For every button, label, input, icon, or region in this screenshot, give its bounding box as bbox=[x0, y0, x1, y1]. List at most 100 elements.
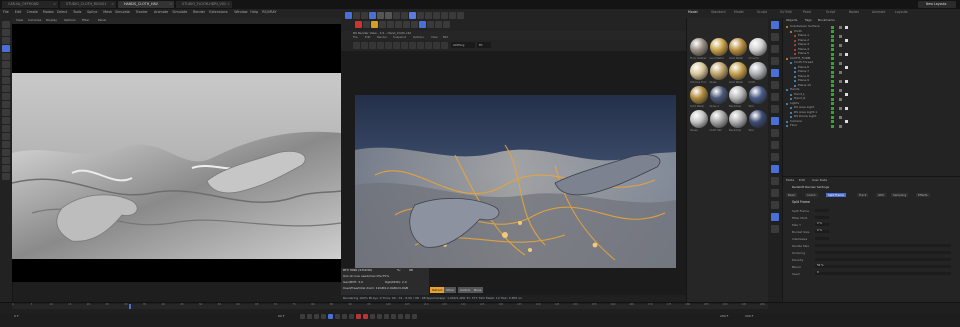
region-icon[interactable] bbox=[409, 42, 416, 49]
nodes-icon[interactable] bbox=[771, 225, 779, 233]
extrude-icon[interactable] bbox=[2, 165, 10, 172]
go-to-start-icon[interactable] bbox=[300, 314, 305, 319]
visibility-check-icon[interactable] bbox=[831, 120, 834, 124]
visibility-check-icon[interactable] bbox=[831, 79, 834, 83]
menu-extensions[interactable]: Extensions bbox=[209, 10, 227, 14]
camera-icon[interactable] bbox=[401, 12, 408, 19]
close-icon[interactable]: × bbox=[169, 1, 172, 8]
visibility-check-icon[interactable] bbox=[831, 106, 834, 110]
material-tag-icon[interactable] bbox=[845, 66, 848, 70]
zoom-dropdown[interactable]: Fit bbox=[477, 42, 491, 48]
attribute-tab-effects[interactable]: Effects bbox=[916, 193, 930, 197]
aov-icon[interactable] bbox=[403, 21, 410, 28]
model-mode-icon[interactable] bbox=[771, 21, 779, 29]
save-icon[interactable] bbox=[377, 42, 384, 49]
visibility-check-icon[interactable] bbox=[831, 48, 834, 52]
menu-create[interactable]: Create bbox=[27, 10, 38, 14]
lock-workplane-icon[interactable] bbox=[771, 105, 779, 113]
go-to-end-icon[interactable] bbox=[349, 314, 354, 319]
refresh-icon[interactable] bbox=[425, 42, 432, 49]
timeline-settings-icon[interactable] bbox=[412, 314, 417, 319]
tag-icon[interactable] bbox=[2, 133, 10, 140]
visibility-check-icon[interactable] bbox=[831, 84, 834, 88]
solo-icon[interactable] bbox=[771, 141, 779, 149]
redshift-icon[interactable] bbox=[771, 213, 779, 221]
viewport-menu-view[interactable]: View bbox=[16, 19, 23, 22]
compare-icon[interactable] bbox=[393, 42, 400, 49]
material-swatch[interactable] bbox=[729, 38, 747, 56]
attribute-field[interactable] bbox=[815, 257, 951, 261]
visibility-check-icon[interactable] bbox=[831, 70, 834, 74]
close-icon[interactable]: × bbox=[111, 1, 114, 8]
object-menu-bookmarks[interactable]: Bookmarks bbox=[818, 19, 835, 22]
tab-0[interactable]: CAR-VA_OFFROAD × bbox=[2, 1, 58, 8]
tab-2[interactable]: HANDS_CLOTH_HAV × bbox=[118, 1, 174, 8]
layout-script[interactable]: Script bbox=[826, 10, 835, 14]
menu-render[interactable]: Render bbox=[193, 10, 205, 14]
menu-edit[interactable]: Edit bbox=[15, 10, 22, 14]
move-icon[interactable] bbox=[2, 45, 10, 52]
symmetry-icon[interactable] bbox=[771, 129, 779, 137]
brush-icon[interactable] bbox=[2, 149, 10, 156]
menu-spline[interactable]: Spline bbox=[87, 10, 97, 14]
visibility-check-icon[interactable] bbox=[831, 124, 834, 128]
spline-icon[interactable] bbox=[2, 77, 10, 84]
hair-icon[interactable] bbox=[417, 12, 424, 19]
attribute-field[interactable] bbox=[815, 215, 829, 219]
points-mode-icon[interactable] bbox=[771, 33, 779, 41]
menu-select[interactable]: Select bbox=[57, 10, 67, 14]
layout-standard[interactable]: Standard bbox=[711, 10, 726, 14]
end-frame-field-2[interactable]: 200 F bbox=[745, 315, 753, 318]
material-tag-icon[interactable] bbox=[845, 79, 848, 83]
menu-modes[interactable]: Modes bbox=[43, 10, 54, 14]
deformer-icon[interactable] bbox=[2, 93, 10, 100]
render-menu-snapshot[interactable]: Snapshot bbox=[393, 36, 406, 39]
cube-icon[interactable] bbox=[2, 69, 10, 76]
object-row[interactable]: Floor bbox=[783, 124, 960, 128]
visibility-check-icon[interactable] bbox=[831, 93, 834, 97]
light-icon[interactable] bbox=[409, 12, 416, 19]
layout-nodes[interactable]: Nodes bbox=[849, 10, 859, 14]
render-menu-render[interactable]: Render bbox=[377, 36, 387, 39]
visibility-check-icon[interactable] bbox=[831, 61, 834, 65]
object-menu-objects[interactable]: Objects bbox=[786, 19, 797, 22]
attribute-field[interactable] bbox=[815, 208, 829, 212]
play-icon[interactable] bbox=[328, 314, 333, 319]
material-swatch[interactable] bbox=[690, 86, 708, 104]
attribute-field[interactable]: 0 % bbox=[815, 222, 829, 226]
material-swatch[interactable] bbox=[690, 62, 708, 80]
bucket-icon[interactable] bbox=[417, 42, 424, 49]
menu-window[interactable]: Window bbox=[234, 10, 247, 14]
scene-icon[interactable] bbox=[393, 12, 400, 19]
attribute-tab-sampling[interactable]: Sampling bbox=[891, 193, 909, 197]
viewport-menu-display[interactable]: Display bbox=[46, 19, 57, 22]
ipr-icon[interactable] bbox=[379, 21, 386, 28]
timeline-ruler[interactable]: 0 5 10 15 20 25 30 35 40 45 50 55 60 65 70 75 80 85 90 95 10… bbox=[12, 303, 768, 309]
shading-icon[interactable] bbox=[419, 21, 426, 28]
edges-mode-icon[interactable] bbox=[771, 45, 779, 53]
visibility-check-icon[interactable] bbox=[831, 25, 834, 29]
viewport-perspective[interactable] bbox=[12, 18, 341, 282]
render-menu-file[interactable]: File bbox=[353, 36, 358, 39]
position-key-icon[interactable] bbox=[377, 314, 382, 319]
material-swatch[interactable] bbox=[709, 62, 728, 80]
grid-icon[interactable] bbox=[435, 21, 442, 28]
material-swatch[interactable] bbox=[748, 62, 767, 80]
scale-icon[interactable] bbox=[2, 53, 10, 60]
tag-icon[interactable] bbox=[839, 25, 842, 29]
redshift-icon[interactable] bbox=[371, 21, 378, 28]
camera-icon[interactable] bbox=[2, 109, 10, 116]
tab-3[interactable]: STUDIO_FLOOR-HDRI_V01 × bbox=[176, 1, 232, 8]
camera-icon[interactable] bbox=[771, 189, 779, 197]
visibility-check-icon[interactable] bbox=[831, 102, 834, 106]
volume-icon[interactable] bbox=[441, 12, 448, 19]
menu-rs-vray[interactable]: RS/VRAY bbox=[262, 10, 276, 14]
tab-1[interactable]: STUDIO_CLOTH_RIGV01 × bbox=[60, 1, 116, 8]
close-icon[interactable]: × bbox=[53, 1, 56, 8]
timeline-playhead[interactable] bbox=[129, 304, 132, 309]
axis-icon[interactable] bbox=[771, 81, 779, 89]
tag-icon[interactable] bbox=[839, 124, 842, 128]
menu-file[interactable]: File bbox=[3, 10, 9, 14]
stats-badge-control[interactable]: Control bbox=[458, 287, 473, 293]
render-settings-icon[interactable] bbox=[457, 12, 464, 19]
